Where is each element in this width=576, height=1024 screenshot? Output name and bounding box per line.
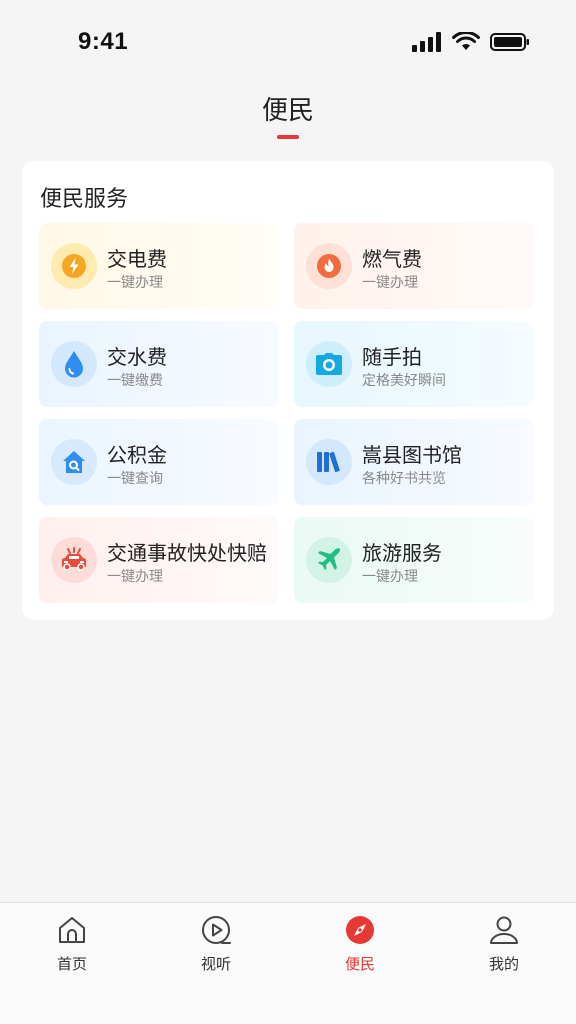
tab-media-label: 视听 [200,955,231,973]
service-tile-gas[interactable]: 燃气费 一键办理 [294,223,534,309]
water-drop-icon [51,341,97,387]
service-label: 旅游服务 [362,541,442,565]
service-tile-traffic-accident[interactable]: 交通事故快处快赔 一键办理 [39,517,279,603]
service-subtitle: 各种好书共览 [362,471,446,487]
signal-icon [412,32,441,52]
service-subtitle: 一键办理 [362,275,418,291]
service-tile-electricity[interactable]: 交电费 一键办理 [39,223,279,309]
tab-media[interactable]: 视听 [144,903,288,983]
service-tile-housing-fund[interactable]: 公积金 一键查询 [39,419,279,505]
compass-icon [346,916,374,944]
bottom-tab-bar: 首页 视听 便民 我的 [0,902,576,1024]
service-subtitle: 一键缴费 [107,373,163,389]
tab-services[interactable]: 便民 [288,903,432,983]
person-icon [490,916,518,944]
service-subtitle: 一键办理 [362,569,418,585]
service-subtitle: 一键查询 [107,471,163,487]
service-label: 嵩县图书馆 [362,443,462,467]
tab-home-label: 首页 [56,955,87,973]
service-tile-tourism[interactable]: 旅游服务 一键办理 [294,517,534,603]
services-title: 便民服务 [40,187,129,212]
service-label: 交水费 [107,345,167,369]
tab-home[interactable]: 首页 [0,903,144,983]
tab-profile-label: 我的 [488,955,519,973]
battery-icon [490,33,529,51]
wifi-icon [452,32,480,50]
service-subtitle: 定格美好瞬间 [362,373,446,389]
car-accident-icon [51,537,97,583]
service-tile-snapshot[interactable]: 随手拍 定格美好瞬间 [294,321,534,407]
title-underline [277,135,299,139]
status-icons [412,32,530,52]
tab-services-label: 便民 [344,955,375,973]
home-icon [59,917,85,943]
service-tile-water[interactable]: 交水费 一键缴费 [39,321,279,407]
service-label: 燃气费 [362,247,422,271]
service-label: 交电费 [107,247,167,271]
airplane-icon [306,537,352,583]
lightning-icon [51,243,97,289]
status-bar: 9:41 [0,0,576,88]
books-icon [306,439,352,485]
status-time: 9:41 [78,28,129,55]
service-subtitle: 一键办理 [107,569,163,585]
page-title: 便民 [261,96,314,126]
house-search-icon [51,439,97,485]
tab-profile[interactable]: 我的 [432,903,576,983]
services-card: 便民服务 交电费 一键办理 燃气费 一键办理 交水费 一键缴费 随手拍 定格美好… [22,161,554,620]
flame-icon [306,243,352,289]
service-subtitle: 一键办理 [107,275,163,291]
service-tile-library[interactable]: 嵩县图书馆 各种好书共览 [294,419,534,505]
play-icon [202,916,231,944]
service-label: 公积金 [107,443,167,467]
service-label: 交通事故快处快赔 [107,541,267,565]
camera-icon [306,341,352,387]
service-label: 随手拍 [362,345,422,369]
